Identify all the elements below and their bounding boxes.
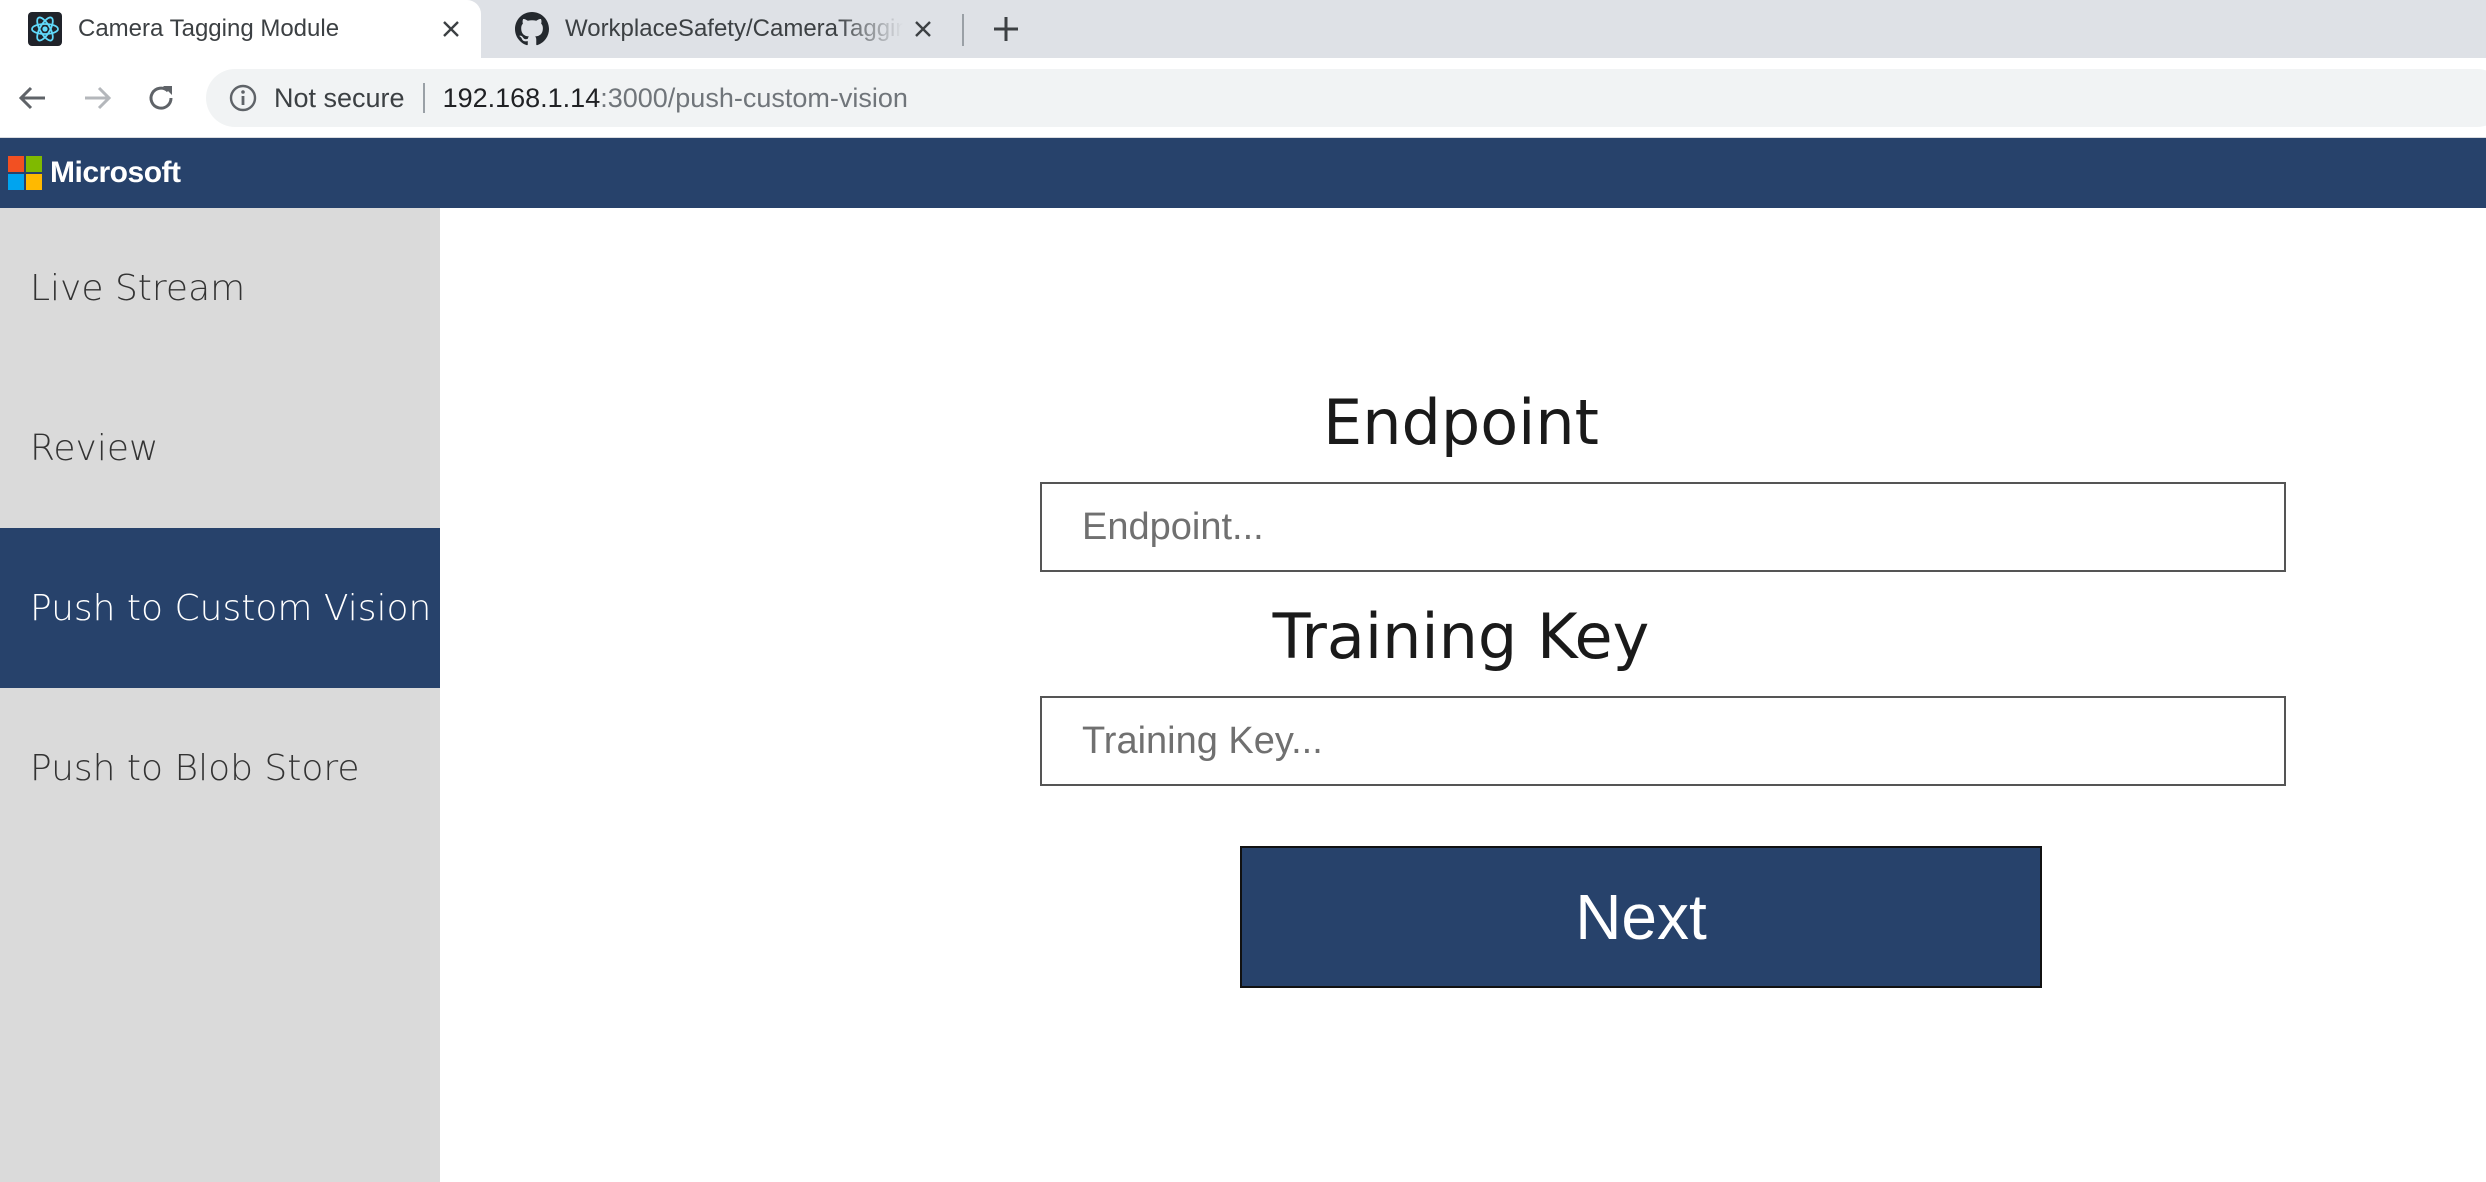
tab-title: WorkplaceSafety/CameraTagging <box>565 15 903 42</box>
sidebar-item-live-stream[interactable]: Live Stream <box>0 208 440 368</box>
sidebar-item-label: Push to Custom Vision <box>30 587 432 629</box>
info-icon[interactable] <box>228 83 258 113</box>
microsoft-squares-icon <box>8 156 42 190</box>
sidebar: Live Stream Review Push to Custom Vision… <box>0 208 440 1182</box>
endpoint-label: Endpoint <box>1323 386 1599 459</box>
close-tab-icon[interactable] <box>431 9 471 49</box>
next-button[interactable]: Next <box>1240 846 2042 988</box>
url-host: 192.168.1.14 <box>442 82 601 113</box>
react-icon <box>28 12 62 46</box>
training-key-label: Training Key <box>1272 600 1650 673</box>
new-tab-icon[interactable] <box>986 9 1026 49</box>
reload-icon[interactable] <box>140 77 182 119</box>
tab-separator <box>962 14 964 46</box>
browser-toolbar: Not secure 192.168.1.14 :3000/push-custo… <box>0 58 2486 138</box>
security-label: Not secure <box>274 82 405 113</box>
github-icon <box>515 12 549 46</box>
main-content: Endpoint Training Key Next <box>440 208 2486 1182</box>
sidebar-item-push-to-custom-vision[interactable]: Push to Custom Vision <box>0 528 440 688</box>
forward-arrow-icon[interactable] <box>76 77 118 119</box>
sidebar-item-label: Live Stream <box>30 267 246 309</box>
training-key-input[interactable] <box>1040 696 2286 786</box>
tab-title: Camera Tagging Module <box>78 15 340 42</box>
sidebar-item-push-to-blob-store[interactable]: Push to Blob Store <box>0 688 440 848</box>
sidebar-item-review[interactable]: Review <box>0 368 440 528</box>
tab-workplacesafety-cameratagging[interactable]: WorkplaceSafety/CameraTagging <box>487 0 953 58</box>
endpoint-input[interactable] <box>1040 482 2286 572</box>
back-arrow-icon[interactable] <box>12 77 54 119</box>
browser-tab-strip: Camera Tagging Module WorkplaceSafety/Ca… <box>0 0 2486 58</box>
app-header: Microsoft <box>0 138 2486 208</box>
address-bar[interactable]: Not secure 192.168.1.14 :3000/push-custo… <box>206 69 2486 127</box>
sidebar-item-label: Push to Blob Store <box>30 747 360 789</box>
address-divider <box>422 83 425 113</box>
tab-camera-tagging-module[interactable]: Camera Tagging Module <box>0 0 481 58</box>
microsoft-logo[interactable]: Microsoft <box>8 156 181 190</box>
close-tab-icon[interactable] <box>903 9 943 49</box>
url-path: :3000/push-custom-vision <box>600 82 908 113</box>
brand-name: Microsoft <box>50 156 181 189</box>
sidebar-item-label: Review <box>30 427 159 469</box>
